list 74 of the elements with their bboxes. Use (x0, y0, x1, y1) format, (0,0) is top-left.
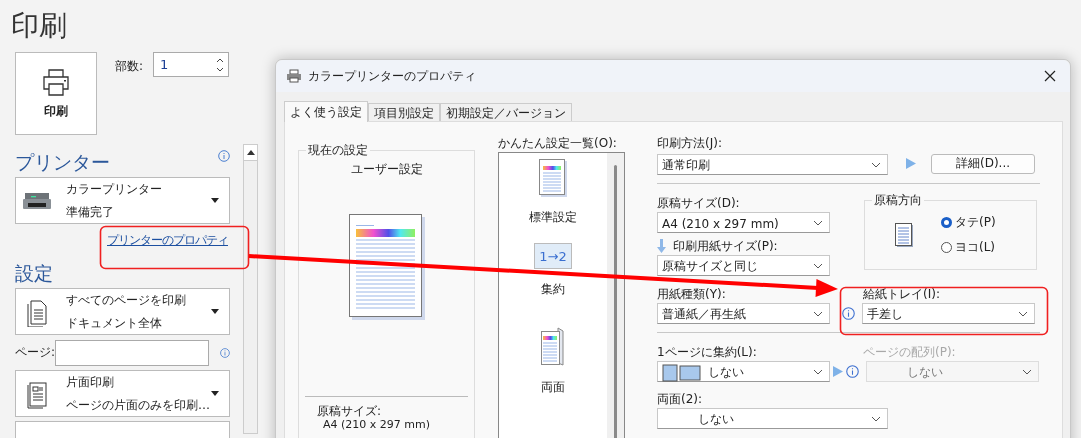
spin-arrows-icon (216, 57, 224, 73)
settings-dropdown[interactable]: 片面印刷 ページの片面のみを印刷… (15, 370, 230, 417)
field-label: 給紙トレイ(I): (863, 287, 941, 301)
info-icon[interactable] (842, 307, 855, 320)
close-icon[interactable] (1044, 70, 1056, 82)
printer-icon (41, 67, 71, 97)
field-label: 印刷方法(J): (657, 136, 723, 150)
field-label: ページの配列(P): (863, 345, 957, 359)
preset-item[interactable]: 両面 (541, 379, 565, 396)
scrollbar[interactable] (607, 153, 624, 438)
chevron-icon (871, 162, 881, 168)
chevron-icon (813, 220, 823, 226)
paper-tray-dropdown[interactable]: 手差し (862, 303, 1035, 324)
info-icon[interactable] (218, 150, 230, 162)
preset-item[interactable]: 集約 (541, 281, 565, 298)
caret-icon (211, 198, 219, 203)
two-pages-icon (662, 363, 702, 382)
chevron-icon (813, 263, 823, 269)
dialog-title: カラープリンターのプロパティ (308, 67, 477, 85)
chevron-icon (813, 311, 823, 317)
info-icon[interactable] (220, 346, 230, 359)
chevron-icon (813, 369, 823, 375)
play-icon (833, 366, 843, 377)
pages-label: ページ: (15, 344, 56, 361)
print-method-dropdown[interactable]: 通常印刷 (657, 154, 888, 175)
copies-label: 部数: (115, 58, 145, 75)
chevron-icon (871, 416, 881, 422)
orientation-radio[interactable]: ヨコ(L) (941, 239, 996, 256)
group-legend: 原稿方向 (872, 193, 924, 207)
settings-dropdown[interactable]: すべてのページを印刷 ドキュメント全体 (15, 288, 230, 335)
field-label: 原稿サイズ(D): (657, 196, 741, 210)
summary-label: 原稿サイズ: (317, 405, 383, 418)
copies-field[interactable]: 1 (153, 52, 229, 77)
caret-icon (211, 391, 219, 396)
tab[interactable]: よく使う設定 (284, 101, 368, 122)
scroll-up-icon[interactable] (246, 150, 255, 155)
info-icon[interactable] (846, 365, 859, 378)
printer-properties-link[interactable]: プリンターのプロパティ (107, 232, 228, 249)
section-heading: プリンター (15, 150, 110, 174)
details-button[interactable]: 詳細(D)... (931, 153, 1035, 174)
page-title: 印刷 (11, 8, 68, 44)
pages-per-sheet-dropdown[interactable]: しない (657, 361, 830, 382)
scrollbar[interactable] (243, 144, 258, 434)
paper-type-dropdown[interactable]: 普通紙／再生紙 (657, 303, 830, 324)
printer-icon (286, 69, 302, 83)
section-heading: 設定 (15, 261, 53, 285)
tab[interactable]: 項目別設定 (368, 103, 440, 121)
down-arrow-icon (657, 239, 666, 253)
preset-name: ユーザー設定 (350, 161, 423, 178)
field-label: 用紙種類(Y): (657, 287, 727, 301)
summary-value: A4 (210 x 297 mm) (322, 418, 432, 431)
duplex-page-icon (541, 327, 565, 367)
original-size-dropdown[interactable]: A4 (210 x 297 mm) (657, 212, 830, 233)
orientation-radio[interactable]: タテ(P) (941, 214, 996, 231)
presets-list[interactable]: 標準設定 1→2 集約 両面 (498, 152, 625, 438)
portrait-page-icon (895, 223, 913, 247)
chevron-icon (1022, 369, 1032, 375)
page-icon (539, 159, 567, 197)
duplex-dropdown[interactable]: しない (657, 408, 888, 429)
field-label: 印刷用紙サイズ(P): (673, 239, 778, 253)
preset-item[interactable]: 標準設定 (529, 209, 577, 226)
tab[interactable]: 初期設定／バージョン (440, 103, 572, 121)
play-icon (906, 158, 916, 169)
field-label: 両面(2): (657, 392, 704, 406)
print-button[interactable]: 印刷 (15, 52, 97, 135)
pages-combine-icon: 1→2 (534, 243, 572, 269)
output-size-dropdown[interactable]: 原稿サイズと同じ (657, 255, 830, 276)
printer-dropdown[interactable]: カラープリンター 準備完了 (15, 177, 230, 224)
group-legend: 現在の設定 (306, 143, 370, 157)
field-label: 1ページに集約(L): (657, 345, 758, 359)
pages-field[interactable] (55, 339, 210, 366)
caret-icon (211, 309, 219, 314)
presets-label: かんたん設定一覧(O): (498, 136, 618, 150)
chevron-icon (1018, 311, 1028, 317)
